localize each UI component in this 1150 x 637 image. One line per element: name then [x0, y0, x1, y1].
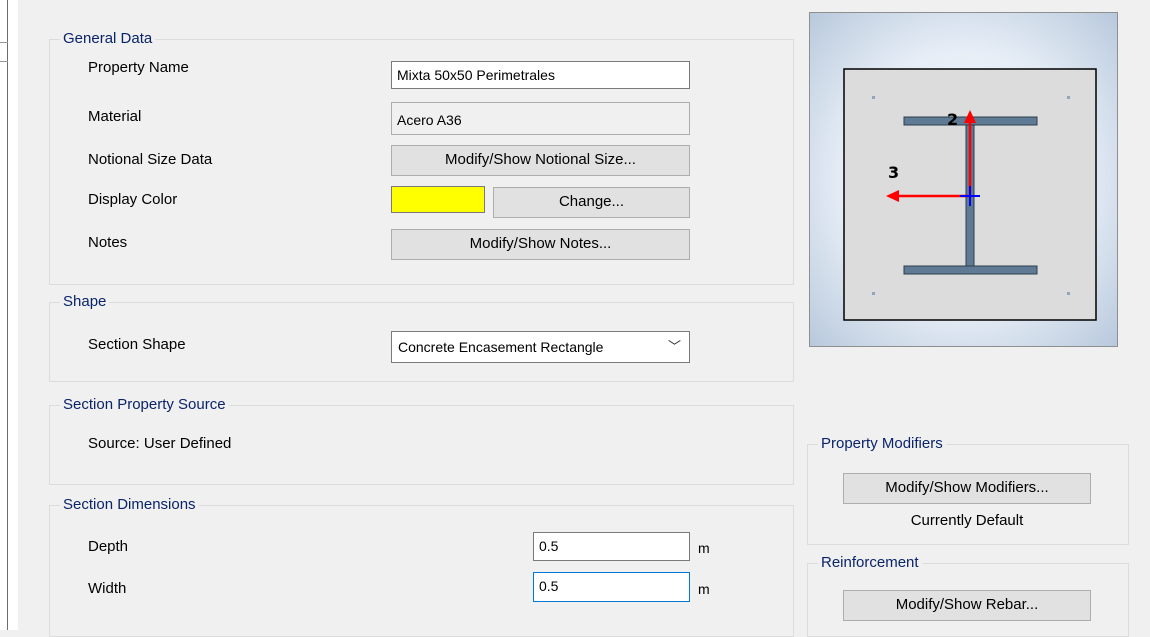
property-name-input[interactable]: Mixta 50x50 Perimetrales: [391, 61, 690, 89]
section-dimensions-group: Section Dimensions: [49, 497, 794, 637]
notes-label: Notes: [88, 234, 128, 251]
axis-3-label: 3: [888, 163, 899, 182]
section-preview: 2 3: [809, 12, 1118, 347]
reinforcement-legend: Reinforcement: [821, 554, 919, 571]
change-color-button[interactable]: Change...: [493, 187, 690, 218]
axis-2-label: 2: [947, 110, 958, 129]
chevron-down-icon: ﹀: [667, 339, 681, 354]
modify-notional-size-button[interactable]: Modify/Show Notional Size...: [391, 145, 690, 176]
window-edge-marker: [0, 42, 8, 62]
notional-size-label: Notional Size Data: [88, 151, 213, 168]
modify-rebar-button[interactable]: Modify/Show Rebar...: [843, 590, 1091, 621]
window-border-line: [7, 0, 8, 630]
source-text: Source: User Defined: [88, 435, 232, 452]
shape-legend: Shape: [63, 293, 107, 310]
depth-label: Depth: [88, 538, 129, 555]
depth-unit: m: [698, 540, 710, 556]
width-label: Width: [88, 580, 127, 597]
property-name-label: Property Name: [88, 59, 189, 76]
display-color-label: Display Color: [88, 191, 178, 208]
rebar-dot-bottom-right: [1067, 292, 1070, 295]
section-shape-label: Section Shape: [88, 336, 186, 353]
section-preview-drawing: 2 3: [843, 68, 1097, 321]
modify-notes-button[interactable]: Modify/Show Notes...: [391, 229, 690, 260]
steel-bottom-flange: [903, 265, 1038, 275]
rebar-dot-top-left: [872, 96, 875, 99]
property-modifiers-legend: Property Modifiers: [821, 435, 943, 452]
display-color-swatch[interactable]: [391, 186, 485, 213]
section-property-source-legend: Section Property Source: [63, 396, 226, 413]
rebar-dot-bottom-left: [872, 292, 875, 295]
material-field: Acero A36: [391, 102, 690, 135]
modify-modifiers-button[interactable]: Modify/Show Modifiers...: [843, 473, 1091, 504]
section-shape-value: Concrete Encasement Rectangle: [398, 339, 604, 355]
section-dimensions-legend: Section Dimensions: [63, 496, 196, 513]
general-data-legend: General Data: [63, 30, 153, 47]
width-unit: m: [698, 581, 710, 597]
depth-input[interactable]: 0.5: [533, 532, 690, 561]
modifiers-status: Currently Default: [910, 512, 1024, 529]
width-input[interactable]: 0.5: [533, 572, 690, 602]
material-label: Material: [88, 108, 142, 125]
section-shape-dropdown[interactable]: Concrete Encasement Rectangle ﹀: [391, 331, 690, 363]
rebar-dot-top-right: [1067, 96, 1070, 99]
left-window-edge: [0, 0, 18, 630]
